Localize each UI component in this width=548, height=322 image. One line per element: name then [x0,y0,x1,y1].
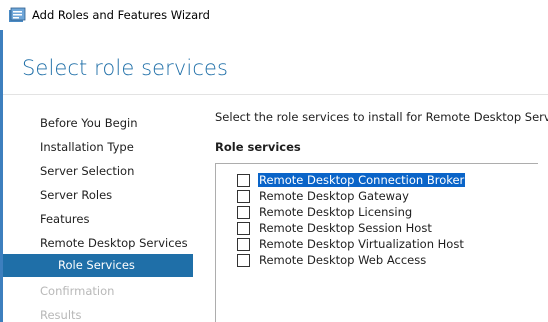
list-item-label: Remote Desktop Gateway [259,189,409,203]
list-item-licensing[interactable]: Remote Desktop Licensing [237,204,413,220]
list-item-connection-broker[interactable]: Remote Desktop Connection Broker [237,172,466,188]
list-item-label: Remote Desktop Web Access [259,253,427,267]
wizard-header: Select role services [3,30,548,95]
title-bar: Add Roles and Features Wizard [0,0,548,30]
licensing-checkbox[interactable] [237,205,250,219]
wizard-window: Add Roles and Features Wizard Select rol… [0,0,548,322]
nav-item-results: Results [40,308,82,322]
web-access-checkbox[interactable] [237,253,250,267]
list-item-label: Remote Desktop Virtualization Host [259,237,464,251]
nav-item-server-selection[interactable]: Server Selection [3,160,193,183]
nav-item-confirmation: Confirmation [40,284,115,298]
session-host-checkbox[interactable] [237,221,250,235]
nav-item-before-you-begin[interactable]: Before You Begin [3,112,193,135]
nav-item-installation-type[interactable]: Installation Type [3,136,193,159]
gateway-checkbox[interactable] [237,189,250,203]
role-services-heading: Role services [215,140,301,154]
role-services-list[interactable]: Remote Desktop Connection Broker Remote … [215,163,538,322]
virtualization-host-checkbox[interactable] [237,237,250,251]
list-item-gateway[interactable]: Remote Desktop Gateway [237,188,410,204]
instruction-text: Select the role services to install for … [215,110,548,124]
nav-item-server-roles[interactable]: Server Roles [3,184,193,207]
list-item-label: Remote Desktop Session Host [259,221,432,235]
window-title: Add Roles and Features Wizard [32,8,210,22]
list-item-label: Remote Desktop Licensing [259,205,413,219]
nav-item-role-services[interactable]: Role Services [3,254,193,277]
nav-item-remote-desktop-services[interactable]: Remote Desktop Services [3,232,193,255]
list-item-web-access[interactable]: Remote Desktop Web Access [237,252,427,268]
list-item-label: Remote Desktop Connection Broker [258,173,466,187]
server-manager-icon [9,7,26,22]
nav-item-features[interactable]: Features [3,208,193,231]
list-item-virtualization-host[interactable]: Remote Desktop Virtualization Host [237,236,465,252]
connection-broker-checkbox[interactable] [237,173,250,187]
list-item-session-host[interactable]: Remote Desktop Session Host [237,220,433,236]
page-title: Select role services [22,56,229,80]
